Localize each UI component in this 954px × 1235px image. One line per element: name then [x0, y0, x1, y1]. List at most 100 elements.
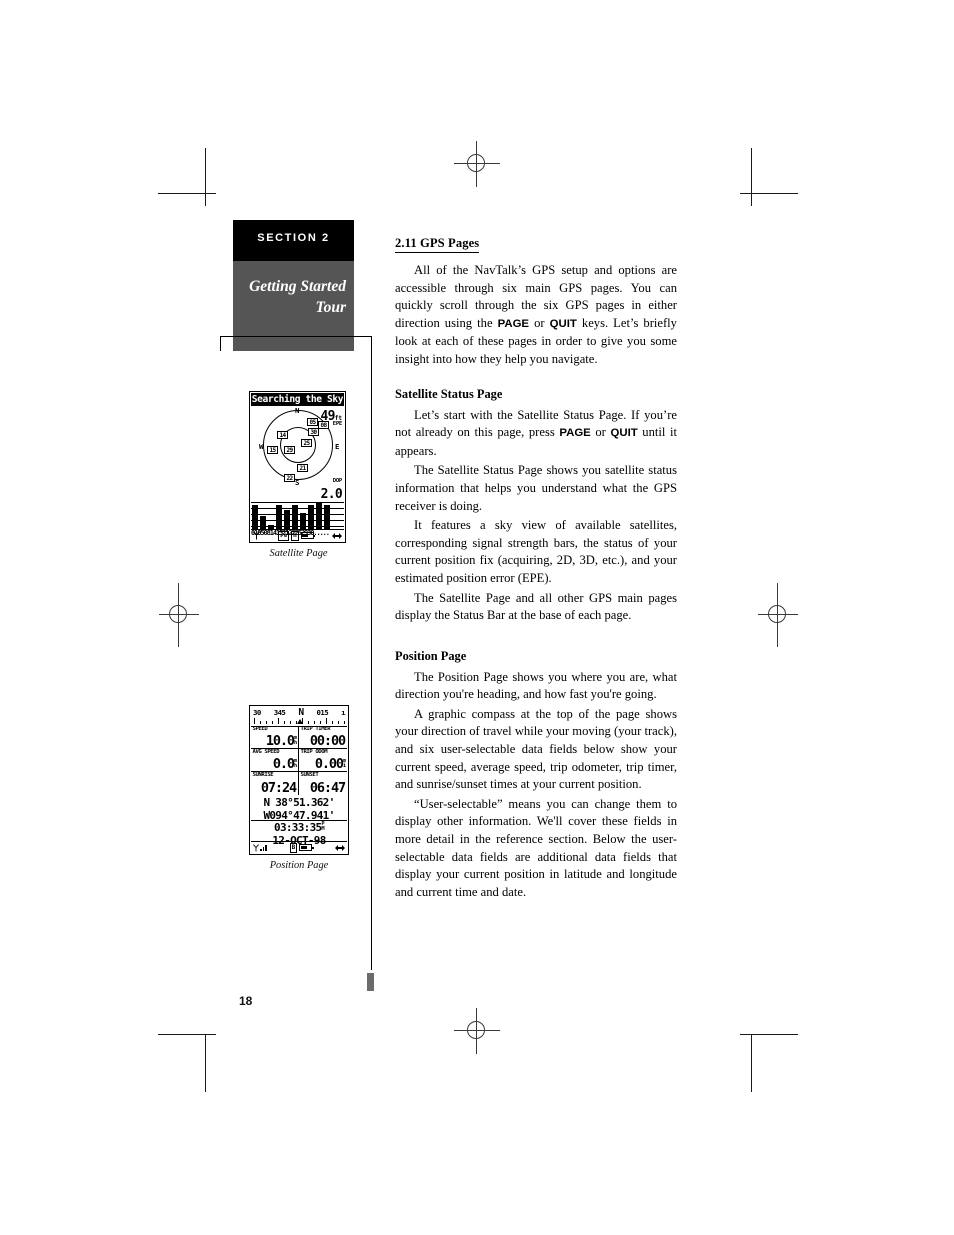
paragraph: The Position Page shows you where you ar… [395, 669, 677, 702]
link-icon [335, 844, 345, 851]
quit-key-label: QUIT [610, 427, 638, 440]
registration-mark-bottom [454, 1008, 500, 1054]
paragraph: The Satellite Page and all other GPS mai… [395, 590, 677, 623]
paragraph: A graphic compass at the top of the page… [395, 706, 677, 792]
figure-caption: Position Page [269, 860, 329, 871]
h-icon: H [291, 530, 299, 541]
crop-mark-bottom-right-h [740, 1034, 798, 1035]
crop-mark-bottom-left-v [205, 1034, 206, 1092]
page-number: 18 [239, 994, 253, 1008]
section-tab-label: SECTION 2 [257, 232, 330, 244]
crop-mark-bottom-left-h [158, 1034, 216, 1035]
crop-mark-top-right-v [751, 148, 752, 206]
compass-heading-left: 30 [253, 707, 261, 717]
margin-rule-vertical [371, 336, 372, 970]
position-coordinates: N 38°51.362' W094°47.941' [251, 795, 347, 822]
page-key-label: PAGE [497, 317, 530, 330]
registration-mark-top [454, 141, 500, 187]
paragraph: “User-selectable” means you can change t… [395, 796, 677, 899]
compass-west-label: W [259, 442, 264, 451]
signal-bar [324, 505, 330, 529]
satellite-page-screen: Searching the Sky N E S W 05 08 30 14 25… [249, 391, 346, 543]
sky-satellite: 15 [267, 446, 278, 454]
field-label: TRIP ODOM [300, 749, 328, 755]
paragraph: Let’s start with the Satellite Status Pa… [395, 407, 677, 458]
intro-paragraph: All of the NavTalk’s GPS setup and optio… [395, 263, 677, 366]
heading-satellite-status-page: Satellite Status Page [395, 386, 503, 401]
data-fields-grid: SPEED 10.0m h TRIP TIMER 00:00 AVG SPEED … [251, 726, 347, 795]
signal-bar [292, 505, 298, 529]
paragraph: It features a sky view of available sate… [395, 518, 677, 585]
compass-heading-midleft: 345 [273, 707, 286, 717]
sky-satellite: 30 [308, 428, 319, 436]
compass-headings: 30 345 N 015 ı [253, 706, 346, 718]
crop-mark-top-right-h [740, 193, 798, 194]
data-field-sunset[interactable]: SUNSET 06:47 [299, 772, 347, 795]
compass-south-label: S [295, 478, 300, 487]
signal-bar [308, 505, 314, 529]
data-field-avg-speed[interactable]: AVG SPEED 0.0m h [251, 749, 299, 772]
field-label: AVG SPEED [252, 749, 280, 755]
compass-ticks [252, 717, 346, 725]
current-time: 03:33:35P M [274, 821, 325, 834]
latitude-value: N 38°51.362' [263, 796, 335, 809]
heading-pointer-icon [297, 719, 303, 724]
margin-rule-left [220, 336, 221, 351]
sky-satellite: 14 [277, 431, 288, 439]
compass-east-label: E [335, 442, 340, 451]
field-label: SUNRISE [252, 772, 274, 778]
compass-north-label: N [295, 406, 300, 415]
antenna-icon [253, 843, 259, 851]
data-field-trip-timer[interactable]: TRIP TIMER 00:00 [299, 726, 347, 749]
sky-satellite: 25 [301, 439, 312, 447]
battery-icon [300, 532, 316, 539]
page-key-label: PAGE [559, 427, 591, 440]
signal-bar [284, 510, 290, 529]
dop-label: DOP [332, 478, 343, 485]
signal-bars-icon [260, 844, 267, 851]
link-icon [332, 532, 343, 539]
quit-key-label: QUIT [549, 317, 577, 330]
sky-satellite: 22 [284, 474, 295, 482]
section-title-block: Getting Started Tour [233, 261, 354, 351]
crop-mark-top-left-v [205, 148, 206, 206]
signal-bar [316, 502, 322, 529]
compass-strip: 30 345 N 015 ı [251, 707, 347, 727]
section-tab: SECTION 2 [233, 220, 354, 261]
field-value: 07:24 [260, 780, 297, 796]
end-of-section-mark [367, 973, 374, 991]
field-label: TRIP TIMER [300, 726, 331, 732]
field-value: 0.00m i [314, 756, 346, 772]
dop-value: 2.0 [320, 487, 343, 502]
field-value: 0.0m h [272, 756, 297, 772]
signal-bar [300, 513, 306, 529]
crop-mark-top-left-h [158, 193, 216, 194]
sky-satellite: 05 [307, 418, 318, 426]
manual-page: SECTION 2 Getting Started Tour 18 Searchi… [0, 0, 954, 1235]
registration-mark-left [156, 583, 202, 647]
section-title-text: Getting Started Tour [249, 278, 346, 316]
field-label: SPEED [252, 726, 268, 732]
status-bar: B [251, 841, 347, 853]
data-field-trip-odom[interactable]: TRIP ODOM 0.00m i [299, 749, 347, 772]
data-field-sunrise[interactable]: SUNRISE 07:24 [251, 772, 299, 795]
signal-bar [252, 505, 258, 529]
epe-readout: 49ft EPE [321, 407, 343, 428]
field-value: 06:47 [309, 780, 346, 796]
margin-rule-horizontal [220, 336, 372, 337]
paragraph: The Satellite Status Page shows you sate… [395, 463, 677, 513]
figure-caption: Satellite Page [269, 548, 328, 559]
signal-strength-chart [251, 502, 344, 529]
signal-bar [276, 505, 282, 529]
antenna-icon [253, 531, 260, 540]
heading-position-page: Position Page [395, 648, 467, 663]
figure-position-page: 30 345 N 015 ı SPEED 10.0m h TRIP TIMER … [249, 705, 349, 871]
dop-readout: DOP 2.0 [320, 478, 343, 502]
compass-heading-center: N [298, 706, 304, 718]
figure-satellite-page: Searching the Sky N E S W 05 08 30 14 25… [249, 391, 348, 559]
field-value: 10.0m h [265, 733, 297, 749]
status-bar: ᴘɢ H [251, 529, 344, 541]
data-field-speed[interactable]: SPEED 10.0m h [251, 726, 299, 749]
battery-icon [299, 844, 314, 851]
field-label: SUNSET [300, 772, 319, 778]
